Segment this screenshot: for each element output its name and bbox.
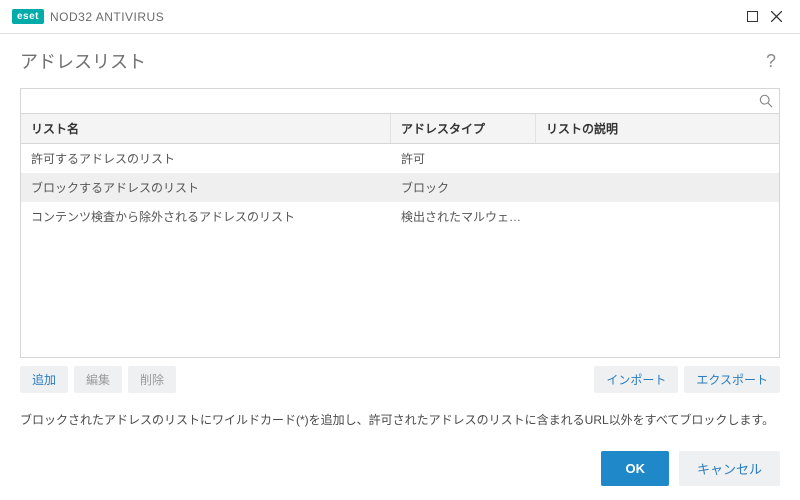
table-row[interactable]: コンテンツ検査から除外されるアドレスのリスト検出されたマルウェアは無視... (21, 202, 779, 231)
close-button[interactable] (764, 5, 788, 29)
add-button[interactable]: 追加 (20, 366, 68, 393)
titlebar: eset NOD32 ANTIVIRUS (0, 0, 800, 34)
brand-product: NOD32 ANTIVIRUS (50, 10, 164, 24)
search-input[interactable] (21, 89, 753, 113)
maximize-button[interactable] (740, 5, 764, 29)
edit-button[interactable]: 編集 (74, 366, 122, 393)
search-icon[interactable] (753, 94, 779, 108)
content: リスト名 アドレスタイプ リストの説明 許可するアドレスのリスト許可ブロックする… (0, 88, 800, 393)
table-row[interactable]: 許可するアドレスのリスト許可 (21, 144, 779, 173)
ok-button[interactable]: OK (601, 451, 669, 486)
help-button[interactable]: ? (762, 51, 780, 72)
cancel-button[interactable]: キャンセル (679, 451, 780, 486)
close-icon (771, 11, 782, 22)
col-header-type[interactable]: アドレスタイプ (391, 114, 536, 143)
table-body: 許可するアドレスのリスト許可ブロックするアドレスのリストブロックコンテンツ検査か… (21, 144, 779, 357)
cell-type: 許可 (391, 148, 536, 169)
page-title: アドレスリスト (20, 48, 146, 74)
footer: OK キャンセル (601, 451, 780, 486)
header: アドレスリスト ? (0, 34, 800, 88)
cell-name: ブロックするアドレスのリスト (21, 177, 391, 198)
cell-type: ブロック (391, 177, 536, 198)
address-list-table: リスト名 アドレスタイプ リストの説明 許可するアドレスのリスト許可ブロックする… (20, 114, 780, 358)
delete-button[interactable]: 削除 (128, 366, 176, 393)
hint-text: ブロックされたアドレスのリストにワイルドカード(*)を追加し、許可されたアドレス… (0, 393, 800, 430)
col-header-name[interactable]: リスト名 (21, 114, 391, 143)
cell-type: 検出されたマルウェアは無視... (391, 206, 536, 227)
export-button[interactable]: エクスポート (684, 366, 780, 393)
search-field-wrap (20, 88, 780, 114)
maximize-icon (747, 11, 758, 22)
cell-desc (536, 177, 779, 198)
table-actions: 追加 編集 削除 インポート エクスポート (20, 366, 780, 393)
cell-desc (536, 206, 779, 227)
cell-desc (536, 148, 779, 169)
table-row[interactable]: ブロックするアドレスのリストブロック (21, 173, 779, 202)
brand-logo: eset (12, 9, 44, 24)
import-button[interactable]: インポート (594, 366, 678, 393)
table-header: リスト名 アドレスタイプ リストの説明 (21, 114, 779, 144)
col-header-desc[interactable]: リストの説明 (536, 114, 779, 143)
cell-name: コンテンツ検査から除外されるアドレスのリスト (21, 206, 391, 227)
cell-name: 許可するアドレスのリスト (21, 148, 391, 169)
